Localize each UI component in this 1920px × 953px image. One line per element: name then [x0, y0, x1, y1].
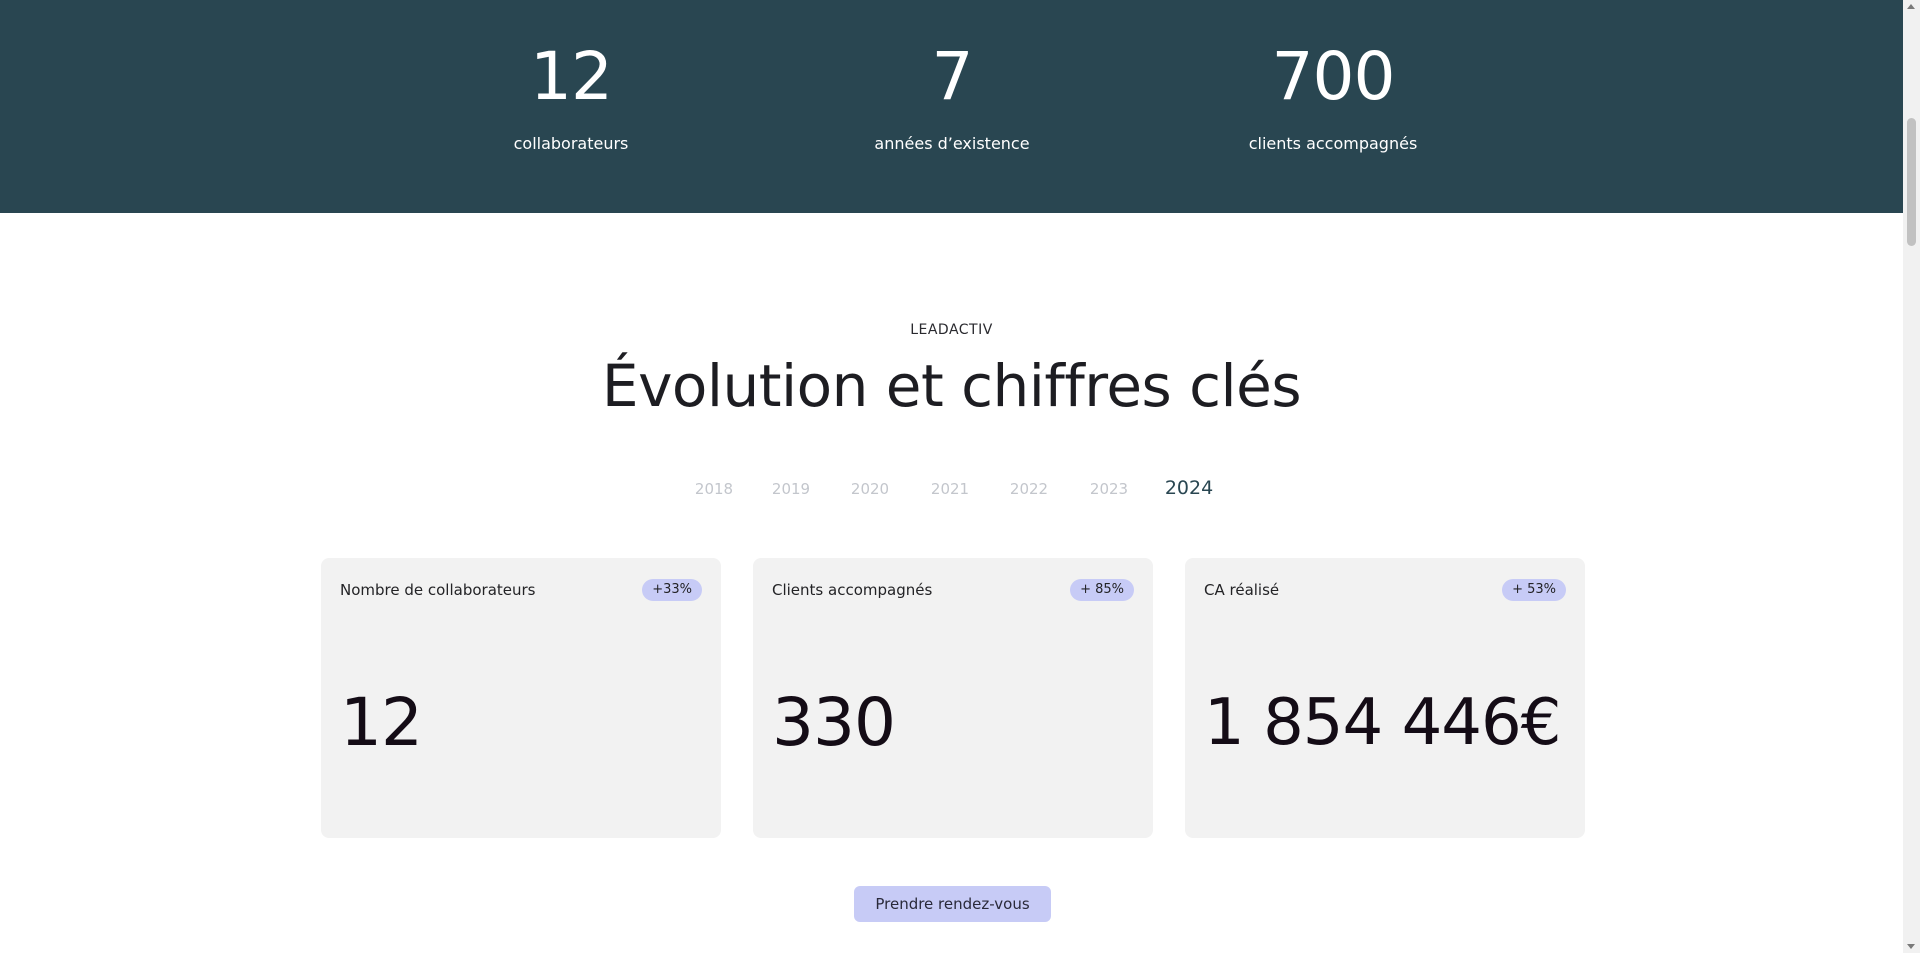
- scroll-down-arrow-icon[interactable]: [1907, 944, 1915, 949]
- stats-band: 12 collaborateurs 7 années d’existence 7…: [0, 0, 1903, 213]
- stat-value: 700: [1271, 38, 1396, 115]
- page-scrollbar[interactable]: [1903, 0, 1920, 953]
- growth-badge: + 53%: [1502, 579, 1566, 601]
- card-collaborateurs: Nombre de collaborateurs +33% 12: [321, 558, 721, 838]
- scroll-up-arrow-icon[interactable]: [1907, 4, 1915, 9]
- card-value: 330: [772, 684, 896, 761]
- card-label: CA réalisé: [1204, 581, 1280, 599]
- stat-label: clients accompagnés: [1248, 134, 1418, 153]
- section-eyebrow: LEADACTIV: [910, 322, 993, 338]
- section-title: Évolution et chiffres clés: [601, 352, 1302, 420]
- year-tab-2024[interactable]: 2024: [1159, 477, 1219, 499]
- stat-value: 12: [530, 38, 613, 115]
- growth-badge: + 85%: [1070, 579, 1134, 601]
- card-value: 12: [340, 684, 423, 761]
- year-tab-2019[interactable]: 2019: [761, 480, 821, 498]
- stat-value: 7: [931, 38, 974, 115]
- year-tab-2023[interactable]: 2023: [1079, 480, 1139, 498]
- card-clients: Clients accompagnés + 85% 330: [753, 558, 1153, 838]
- stat-label: années d’existence: [874, 134, 1030, 153]
- prendre-rendez-vous-button[interactable]: Prendre rendez-vous: [854, 886, 1051, 922]
- year-tabs: 2018 2019 2020 2021 2022 2023 2024: [0, 476, 1903, 504]
- card-label: Nombre de collaborateurs: [340, 581, 536, 599]
- year-tab-2020[interactable]: 2020: [840, 480, 900, 498]
- growth-badge: +33%: [642, 579, 702, 601]
- year-tab-2018[interactable]: 2018: [684, 480, 744, 498]
- year-tab-2021[interactable]: 2021: [920, 480, 980, 498]
- card-label: Clients accompagnés: [772, 581, 933, 599]
- card-ca: CA réalisé + 53% 1 854 446€: [1185, 558, 1585, 838]
- scroll-thumb[interactable]: [1907, 118, 1916, 246]
- stat-label: collaborateurs: [513, 134, 629, 153]
- card-value: 1 854 446€: [1204, 686, 1561, 760]
- page: 12 collaborateurs 7 années d’existence 7…: [0, 0, 1903, 953]
- year-tab-2022[interactable]: 2022: [999, 480, 1059, 498]
